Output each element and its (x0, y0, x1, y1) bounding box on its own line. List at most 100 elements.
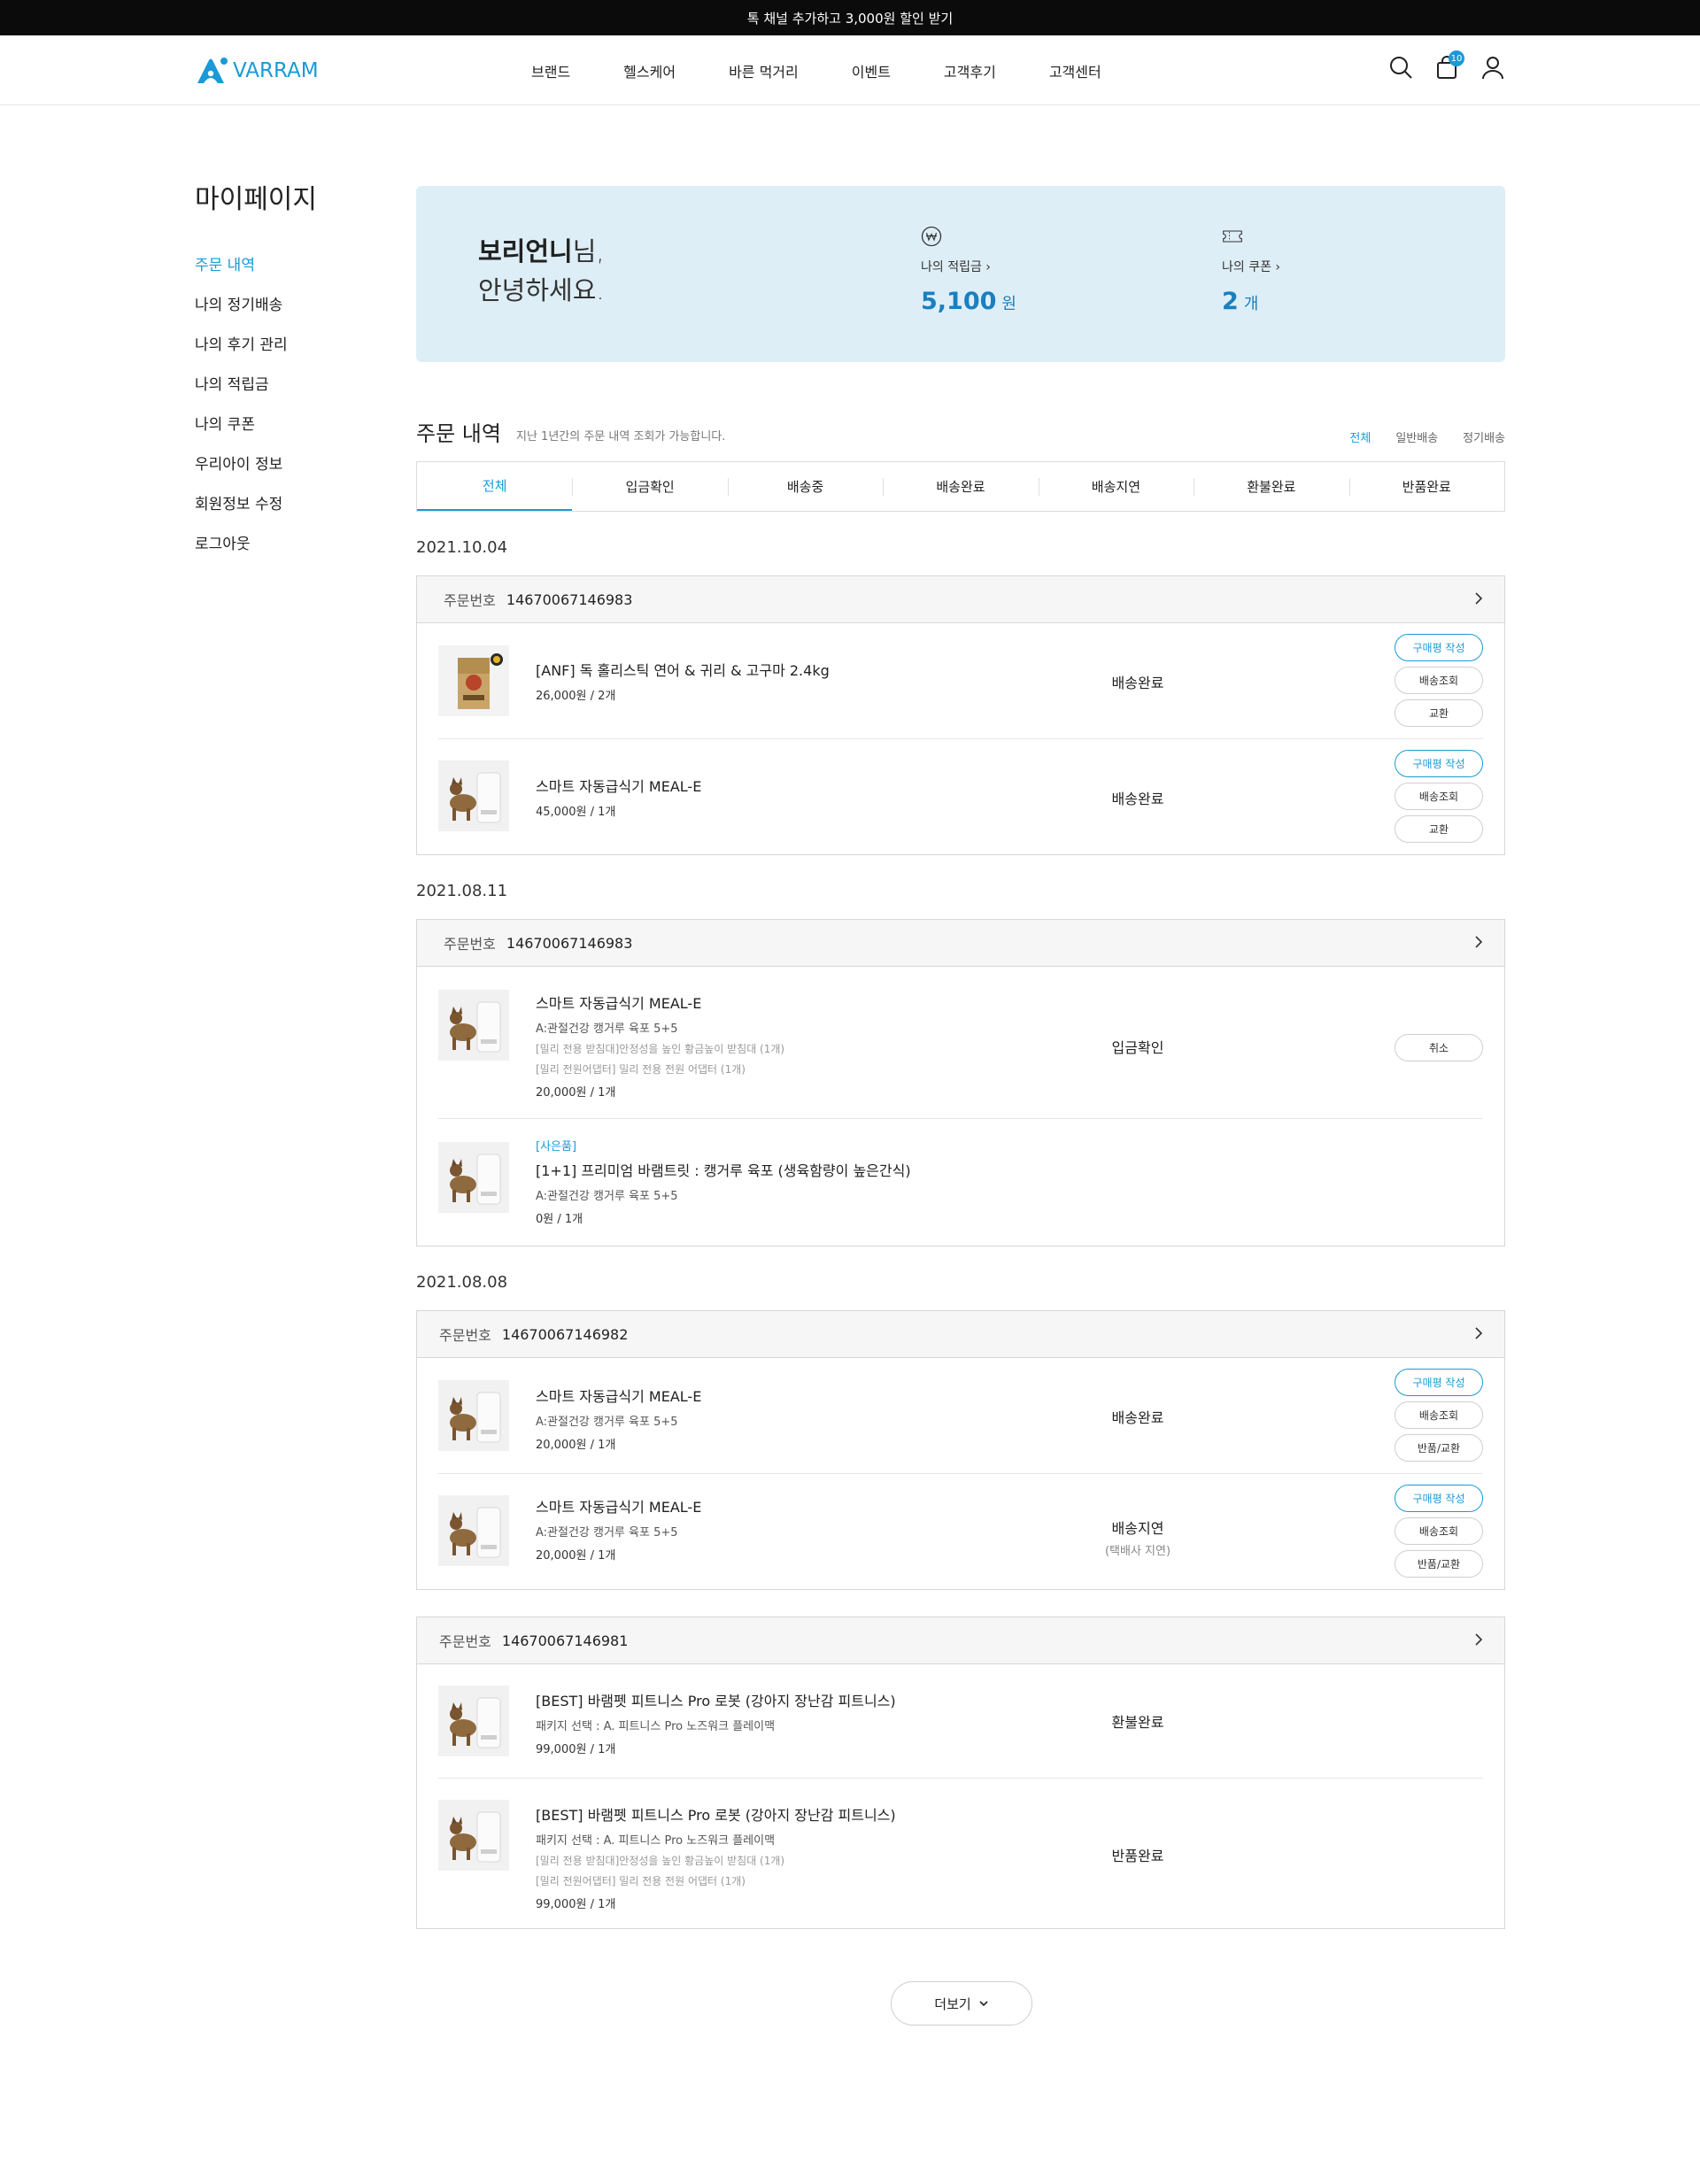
nav-item-healthcare[interactable]: 헬스케어 (623, 60, 676, 81)
product-info: 스마트 자동급식기 MEAL-E 45,000원 / 1개 (536, 775, 701, 819)
tab-refunded[interactable]: 환불완료 (1194, 462, 1348, 511)
product-image-feeder[interactable] (438, 1495, 509, 1566)
write-review-button[interactable]: 구매평 작성 (1395, 1369, 1483, 1396)
logo[interactable]: VARRAM (194, 57, 319, 85)
write-review-button[interactable]: 구매평 작성 (1395, 1485, 1483, 1512)
product-name[interactable]: [BEST] 바램펫 피트니스 Pro 로봇 (강아지 장난감 피트니스) (536, 1803, 896, 1825)
cart-icon[interactable]: 10 (1434, 50, 1464, 80)
search-icon[interactable] (1388, 55, 1413, 80)
nav-item-brand[interactable]: 브랜드 (531, 60, 570, 81)
order-item: [BEST] 바램펫 피트니스 Pro 로봇 (강아지 장난감 피트니스) 패키… (438, 1664, 1483, 1779)
product-name[interactable]: [1+1] 프리미엄 바램트릿 : 캥거루 육포 (생육함량이 높은간식) (536, 1159, 911, 1180)
filter-normal-delivery[interactable]: 일반배송 (1395, 428, 1438, 445)
product-price: 26,000원 / 2개 (536, 690, 616, 703)
product-info: [사은품] [1+1] 프리미엄 바램트릿 : 캥거루 육포 (생육함량이 높은… (536, 1137, 911, 1226)
exchange-button[interactable]: 교환 (1395, 699, 1483, 727)
item-actions: 구매평 작성 배송조회 교환 (1395, 634, 1483, 727)
sidebar-item-logout[interactable]: 로그아웃 (195, 531, 288, 571)
nav-item-reviews[interactable]: 고객후기 (944, 60, 996, 81)
load-more-button[interactable]: 더보기 (891, 1981, 1032, 2026)
product-name[interactable]: [BEST] 바램펫 피트니스 Pro 로봇 (강아지 장난감 피트니스) (536, 1689, 896, 1710)
order-card: 주문번호 14670067146983 [ANF] 독 홀리스틱 연어 & 귀리… (416, 575, 1505, 855)
product-image-feeder[interactable] (438, 1686, 509, 1756)
track-delivery-button[interactable]: 배송조회 (1395, 667, 1483, 694)
item-actions: 구매평 작성 배송조회 반품/교환 (1395, 1369, 1483, 1462)
write-review-button[interactable]: 구매평 작성 (1395, 750, 1483, 777)
nav-item-support[interactable]: 고객센터 (1049, 60, 1101, 81)
return-exchange-button[interactable]: 반품/교환 (1395, 1550, 1483, 1578)
product-name[interactable]: [ANF] 독 홀리스틱 연어 & 귀리 & 고구마 2.4kg (536, 659, 830, 680)
sidebar-item-subscription[interactable]: 나의 정기배송 (195, 292, 288, 332)
product-addon: [밀리 전용 받침대]안정성을 높인 황금높이 받침대 (1개) (536, 1855, 785, 1867)
tab-all[interactable]: 전체 (417, 462, 573, 511)
product-info: [BEST] 바램펫 피트니스 Pro 로봇 (강아지 장난감 피트니스) 패키… (536, 1689, 896, 1756)
product-name[interactable]: 스마트 자동급식기 MEAL-E (536, 1495, 701, 1516)
tab-returned[interactable]: 반품완료 (1348, 462, 1504, 511)
coupon-block[interactable]: 나의 쿠폰 › 2개 (1222, 226, 1280, 315)
product-image-feeder[interactable] (438, 990, 509, 1061)
product-option: A:관절건강 캥거루 육포 5+5 (536, 1023, 678, 1036)
order-status: 배송완료 (1111, 1409, 1164, 1426)
coupon-label[interactable]: 나의 쿠폰 › (1222, 258, 1280, 275)
sidebar-item-reviews[interactable]: 나의 후기 관리 (195, 332, 288, 372)
greeting-text: 안녕하세요. (478, 275, 605, 305)
won-icon (921, 226, 942, 247)
track-delivery-button[interactable]: 배송조회 (1395, 1401, 1483, 1429)
sidebar-item-pet-info[interactable]: 우리아이 정보 (195, 451, 288, 491)
order-no: 14670067146983 (506, 934, 633, 952)
tab-delivered[interactable]: 배송완료 (883, 462, 1038, 511)
track-delivery-button[interactable]: 배송조회 (1395, 783, 1483, 810)
sidebar-item-points[interactable]: 나의 적립금 (195, 372, 288, 412)
product-image-feeder[interactable] (438, 1380, 509, 1451)
product-info: 스마트 자동급식기 MEAL-E A:관절건강 캥거루 육포 5+5 [밀리 전… (536, 992, 784, 1100)
product-image-food-bag[interactable] (438, 645, 509, 716)
write-review-button[interactable]: 구매평 작성 (1395, 634, 1483, 661)
member-summary: 보리언니님, 안녕하세요. 나의 적립금 › 5,100 원 나의 쿠폰 › 2개 (416, 186, 1505, 362)
track-delivery-button[interactable]: 배송조회 (1395, 1517, 1483, 1545)
tab-shipping[interactable]: 배송중 (727, 462, 883, 511)
orders-section-desc: 지난 1년간의 주문 내역 조회가 가능합니다. (516, 430, 726, 444)
product-info: [ANF] 독 홀리스틱 연어 & 귀리 & 고구마 2.4kg 26,000원… (536, 659, 830, 703)
points-block[interactable]: 나의 적립금 › 5,100 원 (921, 226, 1016, 315)
order-header[interactable]: 주문번호 14670067146982 (417, 1311, 1504, 1358)
exchange-button[interactable]: 교환 (1395, 815, 1483, 843)
order-header[interactable]: 주문번호 14670067146983 (417, 920, 1504, 967)
order-item: [사은품] [1+1] 프리미엄 바램트릿 : 캥거루 육포 (생육함량이 높은… (438, 1119, 1483, 1246)
nav-item-food[interactable]: 바른 먹거리 (729, 60, 799, 81)
product-info: 스마트 자동급식기 MEAL-E A:관절건강 캥거루 육포 5+5 20,00… (536, 1385, 701, 1452)
product-image-feeder[interactable] (438, 1142, 509, 1213)
item-actions: 구매평 작성 배송조회 교환 (1395, 750, 1483, 843)
filter-all[interactable]: 전체 (1349, 428, 1371, 445)
return-exchange-button[interactable]: 반품/교환 (1395, 1434, 1483, 1462)
product-price: 99,000원 / 1개 (536, 1898, 616, 1911)
sidebar-item-edit-profile[interactable]: 회원정보 수정 (195, 491, 288, 531)
product-name[interactable]: 스마트 자동급식기 MEAL-E (536, 775, 701, 796)
order-card: 주문번호 14670067146983 스마트 자동급식기 MEAL-E A:관… (416, 919, 1505, 1246)
order-date: 2021.08.08 (416, 1273, 508, 1292)
points-label[interactable]: 나의 적립금 › (921, 258, 1016, 275)
top-promo-banner[interactable]: 톡 채널 추가하고 3,000원 할인 받기 (0, 0, 1700, 35)
order-header[interactable]: 주문번호 14670067146983 (417, 576, 1504, 623)
cancel-order-button[interactable]: 취소 (1395, 1034, 1483, 1061)
order-status: 입금확인 (1111, 1039, 1164, 1056)
order-header[interactable]: 주문번호 14670067146981 (417, 1617, 1504, 1664)
tab-payment-confirmed[interactable]: 입금확인 (572, 462, 727, 511)
user-icon[interactable] (1480, 55, 1505, 80)
load-more-label: 더보기 (934, 1995, 971, 2012)
sidebar-item-orders[interactable]: 주문 내역 (195, 252, 288, 292)
sidebar-item-coupons[interactable]: 나의 쿠폰 (195, 412, 288, 451)
nav-item-event[interactable]: 이벤트 (852, 60, 891, 81)
product-option: A:관절건강 캥거루 육포 5+5 (536, 1526, 678, 1540)
product-image-feeder[interactable] (438, 760, 509, 831)
page-title: 마이페이지 (195, 184, 317, 215)
order-item: [BEST] 바램펫 피트니스 Pro 로봇 (강아지 장난감 피트니스) 패키… (438, 1779, 1483, 1929)
site-header: VARRAM 브랜드 헬스케어 바른 먹거리 이벤트 고객후기 고객센터 10 (0, 35, 1700, 105)
tab-delayed[interactable]: 배송지연 (1038, 462, 1194, 511)
filter-subscription-delivery[interactable]: 정기배송 (1463, 428, 1505, 445)
chevron-right-icon (1475, 1327, 1483, 1339)
product-name[interactable]: 스마트 자동급식기 MEAL-E (536, 992, 784, 1013)
top-promo-text[interactable]: 톡 채널 추가하고 3,000원 할인 받기 (747, 9, 953, 27)
product-name[interactable]: 스마트 자동급식기 MEAL-E (536, 1385, 701, 1406)
order-card: 주문번호 14670067146981 [BEST] 바램펫 피트니스 Pro … (416, 1617, 1505, 1929)
product-image-feeder[interactable] (438, 1800, 509, 1871)
